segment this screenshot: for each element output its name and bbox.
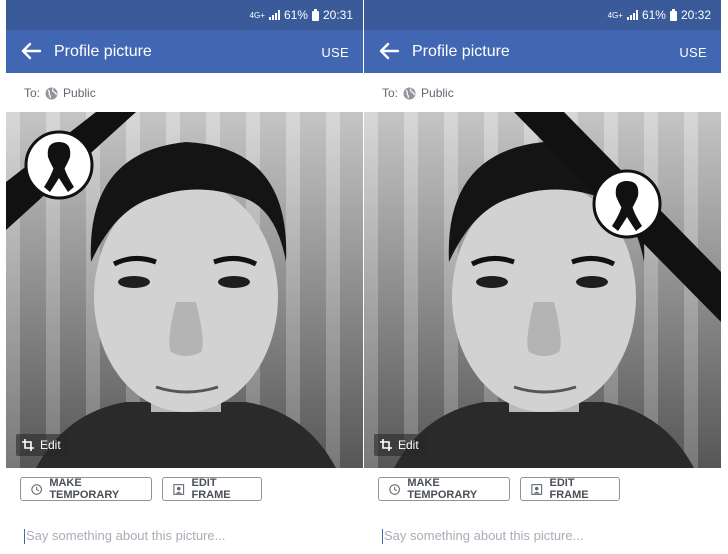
audience-selector[interactable]: To: Public bbox=[382, 86, 454, 100]
app-bar: Profile picture USE bbox=[364, 30, 721, 73]
frame-icon bbox=[173, 483, 185, 495]
use-button[interactable]: USE bbox=[321, 45, 349, 60]
audience-prefix: To: bbox=[382, 86, 399, 100]
clock-icon bbox=[31, 483, 42, 495]
make-temporary-button[interactable]: MAKE TEMPORARY bbox=[378, 477, 510, 501]
caption-placeholder: Say something about this picture... bbox=[26, 528, 226, 543]
clock: 20:32 bbox=[680, 8, 711, 22]
action-buttons: MAKE TEMPORARY EDIT FRAME bbox=[20, 477, 262, 501]
action-buttons: MAKE TEMPORARY EDIT FRAME bbox=[378, 477, 620, 501]
black-ribbon-frame bbox=[6, 112, 136, 230]
audience-value: Public bbox=[421, 86, 454, 100]
profile-picture-screen-2: 4G+ 61% 20:32 Profile picture USE To: Pu… bbox=[364, 0, 721, 554]
edit-frame-button[interactable]: EDIT FRAME bbox=[162, 477, 262, 501]
caption-input[interactable]: Say something about this picture... bbox=[382, 528, 584, 545]
caption-input[interactable]: Say something about this picture... bbox=[24, 528, 226, 545]
caption-placeholder: Say something about this picture... bbox=[384, 528, 584, 543]
back-arrow-icon[interactable] bbox=[378, 41, 400, 61]
clock-icon bbox=[389, 483, 400, 495]
profile-photo-preview: Edit bbox=[364, 112, 721, 468]
frame-icon bbox=[531, 483, 543, 495]
globe-icon bbox=[45, 87, 58, 99]
network-type: 4G+ bbox=[249, 10, 265, 20]
page-title: Profile picture bbox=[54, 43, 152, 60]
back-arrow-icon[interactable] bbox=[20, 41, 42, 61]
network-type: 4G+ bbox=[607, 10, 623, 20]
edit-photo-button[interactable]: Edit bbox=[16, 434, 69, 456]
edit-label: Edit bbox=[398, 438, 419, 452]
profile-picture-screen-1: 4G+ 61% 20:31 Profile picture USE To: Pu… bbox=[6, 0, 363, 554]
crop-icon bbox=[380, 439, 392, 451]
battery-icon bbox=[669, 9, 677, 21]
edit-frame-button[interactable]: EDIT FRAME bbox=[520, 477, 620, 501]
black-ribbon-frame bbox=[514, 112, 721, 322]
battery-percent: 61% bbox=[641, 8, 666, 22]
text-cursor bbox=[382, 529, 383, 545]
use-button[interactable]: USE bbox=[679, 45, 707, 60]
battery-icon bbox=[311, 9, 319, 21]
edit-photo-button[interactable]: Edit bbox=[374, 434, 427, 456]
app-bar: Profile picture USE bbox=[6, 30, 363, 73]
status-bar: 4G+ 61% 20:31 bbox=[6, 0, 363, 30]
page-title: Profile picture bbox=[412, 43, 510, 60]
signal-icon bbox=[626, 10, 638, 20]
audience-value: Public bbox=[63, 86, 96, 100]
profile-photo-preview: Edit bbox=[6, 112, 363, 468]
signal-icon bbox=[268, 10, 280, 20]
battery-percent: 61% bbox=[283, 8, 308, 22]
edit-label: Edit bbox=[40, 438, 61, 452]
text-cursor bbox=[24, 529, 25, 545]
clock: 20:31 bbox=[322, 8, 353, 22]
globe-icon bbox=[403, 87, 416, 99]
crop-icon bbox=[22, 439, 34, 451]
audience-prefix: To: bbox=[24, 86, 41, 100]
audience-selector[interactable]: To: Public bbox=[24, 86, 96, 100]
make-temporary-button[interactable]: MAKE TEMPORARY bbox=[20, 477, 152, 501]
status-bar: 4G+ 61% 20:32 bbox=[364, 0, 721, 30]
